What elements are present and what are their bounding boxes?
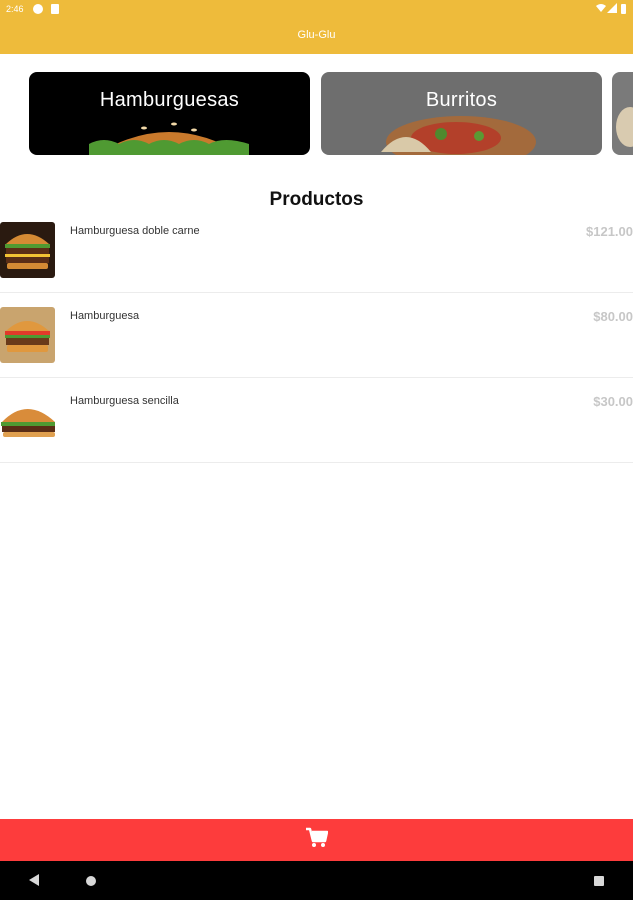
simple-burger-image xyxy=(0,392,55,448)
product-name: Hamburguesa doble carne xyxy=(70,225,200,237)
product-item[interactable]: Hamburguesa doble carne $121.00 xyxy=(0,208,633,293)
product-name: Hamburguesa xyxy=(70,310,140,322)
category-image xyxy=(616,107,633,147)
product-price: $121.00 xyxy=(586,224,633,239)
category-label: Burritos xyxy=(425,89,498,111)
status-bar: 2:46 xyxy=(0,0,633,18)
app-bar: 2:46 Glu-Glu xyxy=(0,0,633,54)
cart-icon[interactable] xyxy=(306,827,328,849)
product-name: Hamburguesa sencilla xyxy=(70,395,179,407)
sd-card-icon xyxy=(51,4,59,14)
notification-icon xyxy=(33,4,43,14)
home-icon[interactable] xyxy=(86,876,96,886)
status-time: 2:46 xyxy=(6,4,24,14)
category-card-burritos[interactable]: Burritos xyxy=(321,72,602,155)
burrito-image xyxy=(381,116,536,155)
product-price: $80.00 xyxy=(593,309,633,324)
burger-image xyxy=(0,307,55,363)
system-nav-bar xyxy=(0,861,633,900)
product-price: $30.00 xyxy=(593,394,633,409)
double-burger-image xyxy=(0,222,55,278)
recents-icon[interactable] xyxy=(594,876,604,886)
back-icon[interactable] xyxy=(29,874,39,886)
product-item[interactable]: Hamburguesa $80.00 xyxy=(0,293,633,378)
signal-icon xyxy=(607,3,617,13)
app-title: Glu-Glu xyxy=(297,29,336,41)
category-label: Hamburguesas xyxy=(99,89,240,111)
category-card-hamburguesas[interactable]: Hamburguesas xyxy=(29,72,310,155)
cart-bar[interactable] xyxy=(0,819,633,861)
battery-icon xyxy=(621,4,626,14)
category-carousel[interactable]: Hamburguesas Burritos xyxy=(0,72,633,156)
category-card-more[interactable] xyxy=(612,72,633,155)
wifi-icon xyxy=(596,4,606,12)
product-item[interactable]: Hamburguesa sencilla $30.00 xyxy=(0,378,633,463)
burger-image xyxy=(89,122,249,155)
